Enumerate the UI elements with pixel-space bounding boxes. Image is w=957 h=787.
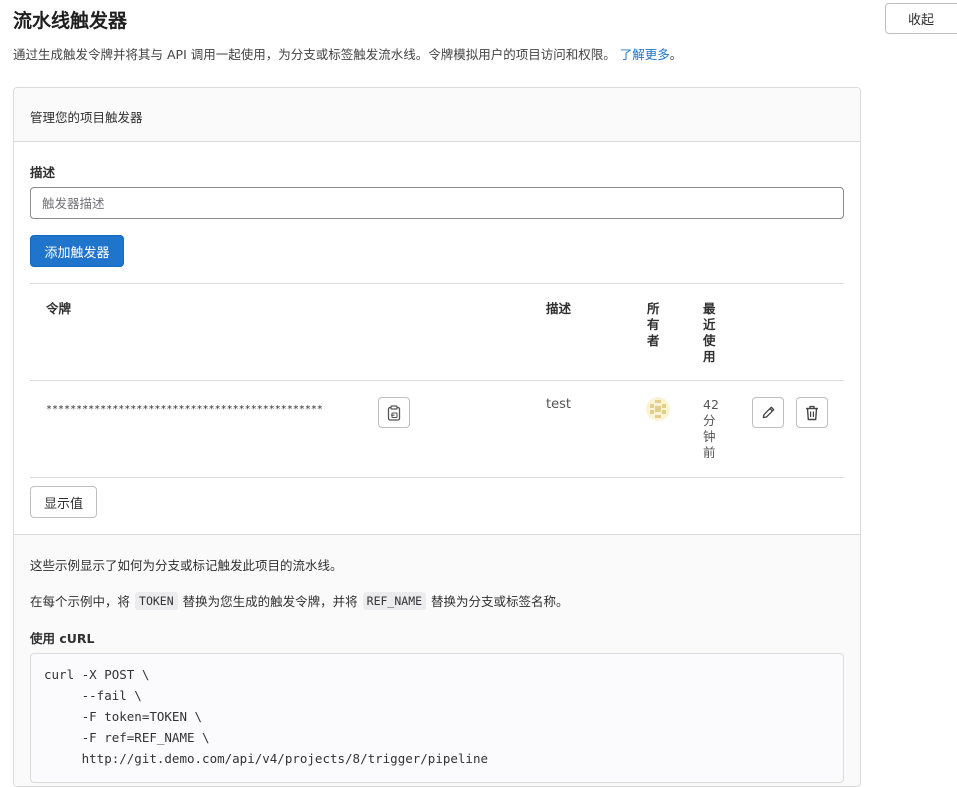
examples-section: 这些示例显示了如何为分支或标记触发此项目的流水线。 在每个示例中，将 TOKEN… — [14, 534, 860, 786]
triggers-card: 管理您的项目触发器 描述 添加触发器 令牌 描述 所有者 最近使用 ******… — [13, 87, 861, 787]
owner-avatar[interactable] — [646, 397, 670, 421]
trigger-description-input[interactable] — [30, 187, 844, 219]
curl-code-block[interactable]: curl -X POST \ --fail \ -F token=TOKEN \… — [30, 653, 844, 783]
examples-intro: 这些示例显示了如何为分支或标记触发此项目的流水线。 — [30, 558, 343, 573]
reveal-values-button[interactable]: 显示值 — [30, 486, 97, 518]
masked-token: ****************************************… — [46, 404, 323, 415]
table-divider — [30, 477, 844, 478]
instruction-suffix: 替换为分支或标签名称。 — [431, 594, 569, 609]
table-divider — [30, 283, 844, 284]
collapse-button[interactable]: 收起 — [885, 3, 957, 34]
intro-suffix: 。 — [669, 47, 683, 62]
delete-trigger-button[interactable] — [796, 397, 828, 428]
trigger-description: test — [546, 397, 571, 412]
table-divider — [30, 380, 844, 381]
column-header-description: 描述 — [546, 301, 572, 316]
trash-icon — [806, 405, 818, 420]
page-title: 流水线触发器 — [13, 10, 128, 32]
card-header: 管理您的项目触发器 — [14, 88, 860, 142]
ref-name-code-chip: REF_NAME — [362, 591, 427, 610]
clipboard-icon — [387, 404, 401, 421]
column-header-last-used: 最近使用 — [703, 301, 716, 364]
intro-description: 通过生成触发令牌并将其与 API 调用一起使用，为分支或标签触发流水线。令牌模拟… — [13, 47, 616, 62]
add-trigger-button[interactable]: 添加触发器 — [30, 235, 124, 267]
identicon-icon — [650, 400, 666, 418]
column-header-owner: 所有者 — [647, 301, 660, 348]
examples-instructions: 在每个示例中，将 TOKEN 替换为您生成的触发令牌，并将 REF_NAME 替… — [30, 591, 569, 610]
copy-token-button[interactable] — [378, 397, 410, 428]
intro-text: 通过生成触发令牌并将其与 API 调用一起使用，为分支或标签触发流水线。令牌模拟… — [13, 44, 682, 63]
curl-heading: 使用 cURL — [30, 631, 95, 646]
learn-more-link[interactable]: 了解更多 — [620, 47, 670, 62]
instruction-prefix: 在每个示例中，将 — [30, 594, 131, 609]
token-code-chip: TOKEN — [135, 591, 178, 610]
pencil-icon — [762, 406, 774, 419]
description-label: 描述 — [30, 165, 56, 180]
last-used-time: 42分钟前 — [703, 397, 719, 460]
instruction-middle: 替换为您生成的触发令牌，并将 — [182, 594, 358, 609]
column-header-token: 令牌 — [46, 301, 72, 316]
edit-trigger-button[interactable] — [752, 397, 784, 428]
